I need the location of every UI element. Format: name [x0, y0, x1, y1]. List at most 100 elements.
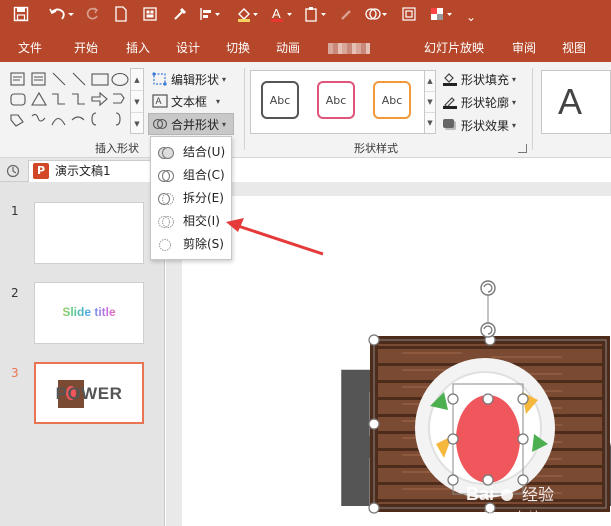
redo-icon[interactable]: [82, 6, 102, 28]
tab-insert[interactable]: 插入: [116, 34, 160, 62]
shape-fill-button[interactable]: 形状填充 ▾: [442, 69, 516, 89]
gallery-expand-icon[interactable]: ▼: [131, 113, 143, 135]
shape-fill-label: 形状填充: [461, 72, 510, 87]
ribbon-tabs: 文件 开始 插入 设计 切换 动画 幻灯片放映 审阅 视图: [0, 34, 611, 62]
menu-item-label: 结合(U): [183, 145, 226, 159]
color-palette-icon[interactable]: [428, 6, 456, 28]
undo-icon[interactable]: [46, 6, 76, 28]
tab-transitions[interactable]: 切换: [216, 34, 260, 62]
styles-down-icon[interactable]: ▼: [425, 92, 435, 113]
tab-view[interactable]: 视图: [552, 34, 596, 62]
shape-effects-icon: [442, 118, 458, 132]
slide-number: 3: [11, 366, 19, 380]
shape-outline-label: 形状轮廓: [461, 95, 510, 110]
selection-pane-icon[interactable]: [398, 6, 420, 28]
slide-number: 1: [11, 204, 19, 218]
tab-slideshow[interactable]: 幻灯片放映: [418, 34, 490, 62]
shapes-gallery-icons[interactable]: [8, 70, 136, 134]
fragment-icon: [157, 191, 175, 207]
chevron-down-icon: ▾: [216, 96, 221, 106]
style-swatch[interactable]: Abc: [261, 81, 299, 119]
slide-canvas[interactable]: P W: [182, 196, 611, 526]
rotate-handle-icon[interactable]: [480, 322, 496, 338]
new-document-icon[interactable]: [112, 6, 130, 28]
union-icon: [157, 145, 175, 161]
align-icon[interactable]: [196, 6, 224, 28]
edit-shape-icon: [152, 72, 168, 86]
document-title: 演示文稿1: [55, 164, 111, 178]
rotate-handle-icon[interactable]: [480, 280, 496, 296]
combine-icon: [157, 168, 175, 184]
menu-item-label: 相交(I): [183, 214, 220, 228]
tab-home[interactable]: 开始: [64, 34, 108, 62]
style-swatch[interactable]: Abc: [373, 81, 411, 119]
shape-outline-button[interactable]: 形状轮廓 ▾: [442, 92, 516, 112]
slide-number: 2: [11, 286, 19, 300]
merge-shapes-icon[interactable]: [362, 6, 390, 28]
styles-up-icon[interactable]: ▲: [425, 71, 435, 92]
menu-item-label: 组合(C): [183, 168, 225, 182]
style-swatch[interactable]: Abc: [317, 81, 355, 119]
text-box-label: 文本框: [171, 94, 208, 109]
text-box-button[interactable]: A 文本框 ▾: [152, 91, 220, 111]
menu-item-fragment[interactable]: 拆分(E): [151, 187, 231, 210]
tab-animations[interactable]: 动画: [266, 34, 310, 62]
subtract-icon: [157, 237, 175, 253]
chevron-down-icon: ▾: [222, 119, 227, 129]
watermark-brand: Bai: [466, 484, 494, 504]
fill-bucket-icon[interactable]: [234, 6, 262, 28]
document-tab-bar: P 演示文稿1 ✕: [0, 158, 165, 182]
merge-shapes-label: 合并形状: [171, 117, 220, 132]
svg-text:A: A: [272, 6, 281, 21]
slide-thumbnail-2[interactable]: Slide title: [34, 282, 144, 344]
font-color-icon[interactable]: A: [268, 6, 296, 28]
ellipse-shape[interactable]: [456, 395, 520, 483]
menu-item-label: 剪除(S): [183, 237, 224, 251]
tab-review[interactable]: 审阅: [502, 34, 546, 62]
svg-text:A: A: [156, 96, 162, 106]
slide-3-title: POWER: [55, 384, 123, 403]
fill-bucket-icon: [442, 72, 458, 86]
menu-item-subtract[interactable]: 剪除(S): [151, 233, 231, 256]
menu-item-union[interactable]: 结合(U): [151, 141, 231, 164]
chevron-down-icon: ▾: [222, 74, 227, 84]
tab-file[interactable]: 文件: [8, 34, 52, 62]
panel-toggle-icon[interactable]: [6, 163, 20, 178]
quick-access-toolbar: A ⌄: [0, 0, 611, 34]
group-separator: [244, 68, 245, 150]
edit-shape-button[interactable]: 编辑形状 ▾: [152, 69, 226, 89]
styles-expand-icon[interactable]: ▼: [425, 113, 435, 134]
group-separator: [532, 68, 533, 150]
save-icon[interactable]: [10, 6, 32, 28]
menu-item-intersect[interactable]: 相交(I): [151, 210, 231, 233]
tab-design[interactable]: 设计: [166, 34, 210, 62]
shapes-gallery-scroll[interactable]: ▲ ▼ ▼: [130, 68, 144, 134]
dialog-launcher-icon[interactable]: [518, 144, 527, 153]
document-tab[interactable]: P 演示文稿1 ✕: [28, 160, 165, 182]
pen-icon: [442, 95, 458, 109]
insert-shapes-group-label: 插入形状: [95, 142, 139, 155]
gallery-down-icon[interactable]: ▼: [131, 91, 143, 113]
wordart-gallery[interactable]: A: [541, 70, 611, 134]
paste-icon[interactable]: [302, 6, 330, 28]
shape-styles-gallery[interactable]: Abc Abc Abc: [250, 70, 426, 134]
watermark-text: 经验: [522, 485, 554, 504]
ribbon: ▲ ▼ ▼ 插入形状 编辑形状 ▾ A 文本框 ▾ 合并形状 ▾ Abc Abc…: [0, 62, 611, 158]
slide-thumbnail-3[interactable]: POWER: [34, 362, 144, 424]
shape-effects-label: 形状效果: [461, 118, 510, 133]
gallery-up-icon[interactable]: ▲: [131, 69, 143, 91]
shape-styles-scroll[interactable]: ▲ ▼ ▼: [424, 70, 436, 134]
merge-shapes-menu: 结合(U) 组合(C) 拆分(E) 相交(I) 剪除(S): [150, 136, 232, 260]
blurred-tab[interactable]: [328, 43, 370, 54]
shape-styles-group-label: 形状样式: [354, 142, 398, 155]
eyedropper-icon[interactable]: [170, 6, 190, 28]
slide-thumbnail-1[interactable]: [34, 202, 144, 264]
shapes-gallery[interactable]: [8, 70, 129, 134]
shape-effects-button[interactable]: 形状效果 ▾: [442, 115, 516, 135]
menu-item-combine[interactable]: 组合(C): [151, 164, 231, 187]
format-painter-icon[interactable]: [336, 6, 358, 28]
customize-qat-icon[interactable]: ⌄: [462, 6, 480, 28]
chevron-down-icon: ▾: [512, 120, 517, 130]
layout-icon[interactable]: [140, 6, 160, 28]
merge-shapes-button[interactable]: 合并形状 ▾: [152, 114, 226, 134]
